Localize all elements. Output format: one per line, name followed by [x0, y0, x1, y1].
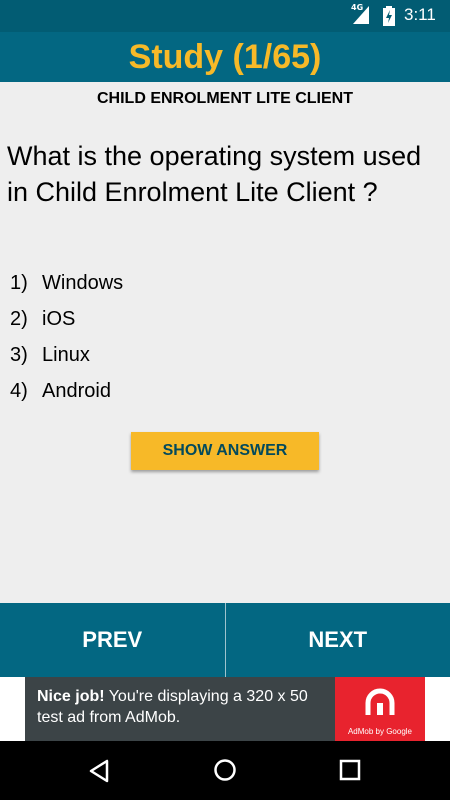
option-number: 2)	[10, 307, 28, 330]
option-item: 1) Windows	[10, 265, 430, 301]
options-list: 1) Windows 2) iOS 3) Linux 4) Android	[10, 265, 430, 409]
option-text: Android	[42, 379, 111, 402]
option-item: 3) Linux	[10, 337, 430, 373]
next-button[interactable]: NEXT	[226, 603, 450, 677]
admob-logo: AdMob by Google	[335, 677, 425, 741]
ad-area: Nice job! You're displaying a 320 x 50 t…	[0, 677, 450, 741]
recents-icon[interactable]	[339, 759, 361, 781]
admob-label: AdMob by Google	[347, 727, 413, 736]
option-number: 3)	[10, 343, 28, 366]
show-answer-button[interactable]: SHOW ANSWER	[131, 432, 319, 470]
option-number: 1)	[10, 271, 28, 294]
option-text: Windows	[42, 271, 124, 294]
system-nav-bar	[0, 741, 450, 800]
network-type-label: 4G	[351, 3, 364, 12]
battery-charging-icon	[383, 6, 395, 26]
subject-title: CHILD ENROLMENT LITE CLIENT	[97, 90, 353, 107]
option-item: 4) Android	[10, 373, 430, 409]
prev-button[interactable]: PREV	[0, 603, 225, 677]
page-title: Study (1/65)	[128, 37, 322, 76]
question-nav-bar: PREV NEXT	[0, 603, 450, 677]
question-text: What is the operating system used in Chi…	[7, 141, 422, 207]
ad-text: Nice job! You're displaying a 320 x 50 t…	[37, 686, 337, 728]
status-bar: 4G 3:11	[0, 0, 450, 32]
option-item: 2) iOS	[10, 301, 430, 337]
app-header: Study (1/65)	[0, 32, 450, 82]
option-text: Linux	[42, 343, 90, 366]
ad-headline: Nice job!	[37, 688, 105, 705]
option-text: iOS	[42, 307, 76, 330]
admob-icon	[365, 688, 395, 715]
ad-banner[interactable]: Nice job! You're displaying a 320 x 50 t…	[25, 677, 425, 741]
status-time: 3:11	[404, 5, 436, 24]
home-icon[interactable]	[213, 758, 237, 782]
option-number: 4)	[10, 379, 28, 402]
back-icon[interactable]	[88, 759, 110, 783]
